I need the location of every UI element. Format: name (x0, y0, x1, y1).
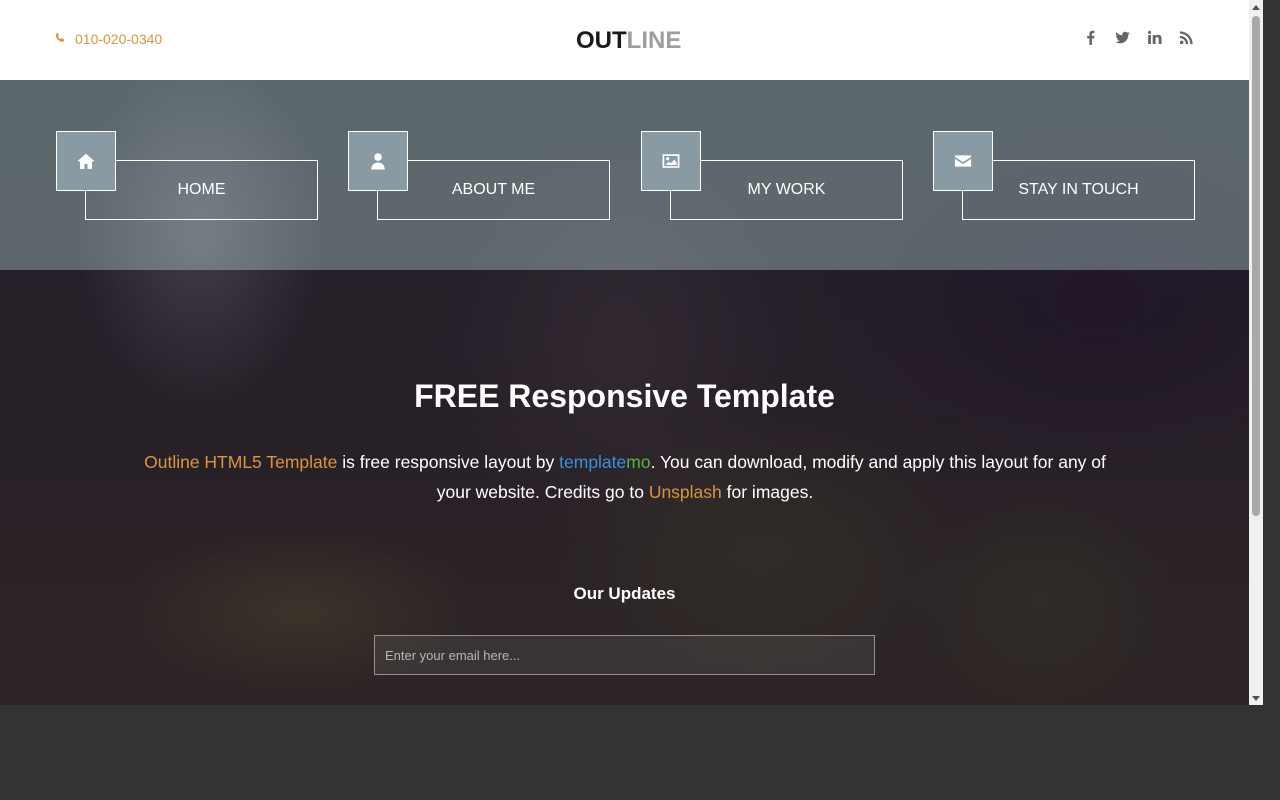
scrollbar-thumb[interactable] (1252, 16, 1260, 516)
home-icon (56, 131, 116, 191)
nav-item-label: MY WORK (747, 181, 826, 198)
social-links (1082, 30, 1194, 50)
updates-heading: Our Updates (573, 584, 676, 603)
scroll-down-arrow-icon[interactable] (1249, 691, 1263, 705)
nav-item-about-me[interactable]: ABOUT ME (348, 131, 610, 221)
hero-section: HOME ABOUT ME MY WORK STAY IN TOUCH FREE… (0, 80, 1249, 705)
unsplash-link[interactable]: Unsplash (649, 482, 722, 502)
user-icon (348, 131, 408, 191)
nav-item-my-work[interactable]: MY WORK (641, 131, 903, 221)
logo-part-2: LINE (626, 27, 682, 54)
linkedin-icon (1147, 30, 1162, 50)
rss-icon (1179, 30, 1194, 50)
template-link[interactable]: Outline HTML5 Template (144, 452, 337, 472)
hero-text-part-3: for images. (721, 482, 814, 502)
phone-link[interactable]: 010-020-0340 (54, 31, 162, 47)
vertical-scrollbar[interactable] (1249, 0, 1263, 705)
facebook-icon (1083, 30, 1098, 50)
linkedin-link[interactable] (1146, 30, 1162, 50)
main-nav: HOME ABOUT ME MY WORK STAY IN TOUCH (0, 80, 1249, 270)
nav-item-stay-in-touch[interactable]: STAY IN TOUCH (933, 131, 1195, 221)
templatemo-link[interactable]: templatemo (559, 452, 650, 472)
nav-item-label: ABOUT ME (451, 181, 536, 198)
site-logo[interactable]: OUTLINE (576, 27, 681, 55)
site-header: 010-020-0340 OUTLINE (0, 0, 1249, 80)
envelope-icon (933, 131, 993, 191)
twitter-icon (1114, 30, 1130, 50)
scroll-up-arrow-icon[interactable] (1249, 0, 1263, 14)
phone-icon (54, 31, 66, 47)
hero-title: FREE Responsive Template (414, 378, 835, 414)
nav-item-home[interactable]: HOME (56, 131, 318, 221)
brand-part-a: template (559, 452, 627, 472)
phone-number: 010-020-0340 (75, 31, 163, 47)
facebook-link[interactable] (1082, 30, 1098, 50)
image-icon (641, 131, 701, 191)
nav-item-label: HOME (177, 181, 226, 198)
logo-part-1: OUT (576, 27, 627, 54)
nav-item-label: STAY IN TOUCH (1018, 181, 1139, 198)
hero-text-part-1: is free responsive layout by (337, 452, 560, 472)
brand-part-b: mo (626, 452, 651, 472)
hero-description: Outline HTML5 Template is free responsiv… (130, 447, 1120, 507)
twitter-link[interactable] (1114, 30, 1130, 50)
rss-link[interactable] (1178, 30, 1194, 50)
email-field[interactable] (374, 635, 875, 675)
